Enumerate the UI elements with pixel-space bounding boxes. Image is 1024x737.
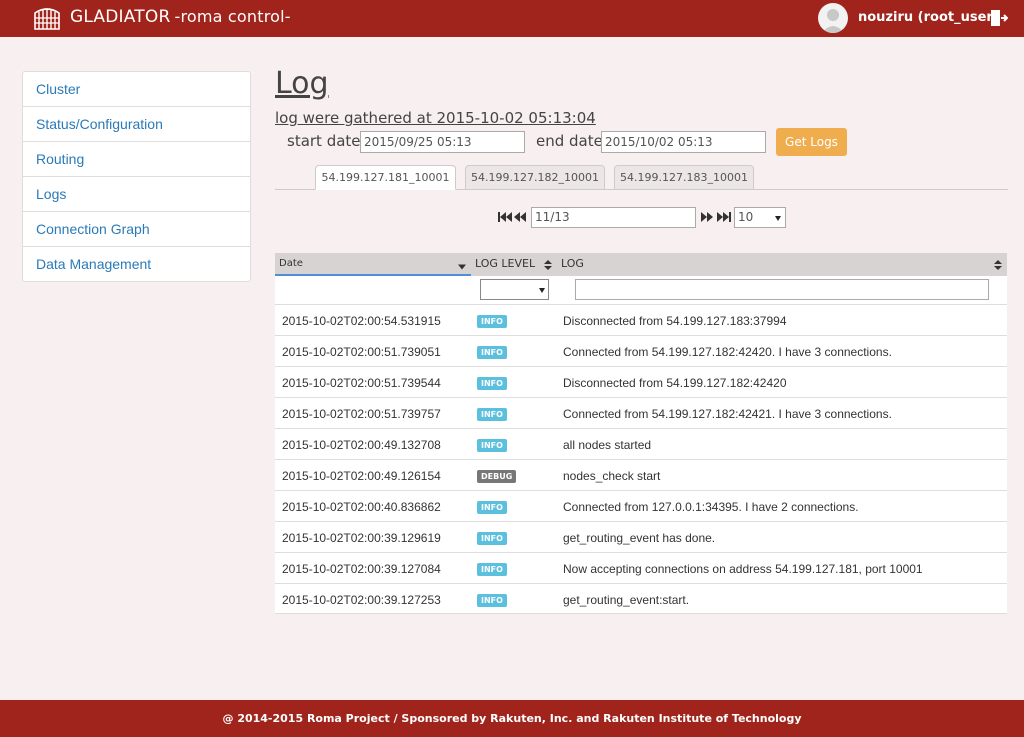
end-date-label: end date: xyxy=(536,132,608,150)
user-avatar-icon xyxy=(822,9,844,33)
table-row: 2015-10-02T02:00:40.836862 INFO Connecte… xyxy=(275,490,1007,521)
get-logs-button[interactable]: Get Logs xyxy=(776,128,847,156)
page-number-input[interactable]: 11/13 xyxy=(531,207,696,228)
top-header: GLADIATOR -roma control- nouziru (root_us… xyxy=(0,0,1024,37)
tab-node-183[interactable]: 54.199.127.183_10001 xyxy=(614,165,754,190)
table-row: 2015-10-02T02:00:49.132708 INFO all node… xyxy=(275,428,1007,459)
table-row: 2015-10-02T02:00:51.739051 INFO Connecte… xyxy=(275,335,1007,366)
sidebar-item-data-management[interactable]: Data Management xyxy=(22,246,251,282)
row-date: 2015-10-02T02:00:51.739757 xyxy=(282,407,441,421)
next-page-icon[interactable] xyxy=(700,211,714,223)
row-log: all nodes started xyxy=(563,438,652,452)
log-table-header: Date LOG LEVEL LOG xyxy=(275,253,1007,276)
log-level-badge: INFO xyxy=(477,439,507,452)
chevron-down-icon xyxy=(539,288,545,293)
table-row: 2015-10-02T02:00:51.739544 INFO Disconne… xyxy=(275,366,1007,397)
sidebar-item-logs[interactable]: Logs xyxy=(22,176,251,212)
log-level-badge: INFO xyxy=(477,501,507,514)
username[interactable]: nouziru (root_user) xyxy=(858,10,999,25)
log-level-badge: INFO xyxy=(477,563,507,576)
row-log: Disconnected from 54.199.127.182:42420 xyxy=(563,376,787,390)
tab-node-182[interactable]: 54.199.127.182_10001 xyxy=(465,165,605,190)
log-level-badge: INFO xyxy=(477,315,507,328)
row-date: 2015-10-02T02:00:39.129619 xyxy=(282,531,441,545)
footer: @ 2014-2015 Roma Project / Sponsored by … xyxy=(0,700,1024,737)
row-date: 2015-10-02T02:00:39.127084 xyxy=(282,562,441,576)
column-log-label: LOG xyxy=(561,257,584,270)
brand[interactable]: GLADIATOR -roma control- xyxy=(70,7,291,27)
log-level-badge: INFO xyxy=(477,532,507,545)
last-page-icon[interactable] xyxy=(716,211,732,223)
log-level-badge: INFO xyxy=(477,377,507,390)
colosseum-logo-icon xyxy=(34,8,60,30)
log-table-body: 2015-10-02T02:00:54.531915 INFO Disconne… xyxy=(275,304,1007,614)
row-log: Disconnected from 54.199.127.183:37994 xyxy=(563,314,787,328)
start-date-label: start date: xyxy=(287,132,366,150)
sidebar-item-cluster[interactable]: Cluster xyxy=(22,71,251,107)
end-date-input[interactable]: 2015/10/02 05:13 xyxy=(601,131,766,153)
log-level-badge: DEBUG xyxy=(477,470,517,483)
log-text-filter-input[interactable] xyxy=(575,279,989,300)
sort-desc-icon xyxy=(458,264,466,270)
column-header-date[interactable]: Date xyxy=(275,253,471,276)
row-log: Connected from 54.199.127.182:42421. I h… xyxy=(563,407,892,421)
row-log: get_routing_event:start. xyxy=(563,593,690,607)
row-date: 2015-10-02T02:00:51.739544 xyxy=(282,376,441,390)
table-row: 2015-10-02T02:00:49.126154 DEBUG nodes_c… xyxy=(275,459,1007,490)
first-page-icon[interactable] xyxy=(497,211,513,223)
filter-row xyxy=(275,276,1007,304)
row-log: get_routing_event has done. xyxy=(563,531,716,545)
gathered-timestamp: log were gathered at 2015-10-02 05:13:04 xyxy=(275,109,596,127)
table-row: 2015-10-02T02:00:54.531915 INFO Disconne… xyxy=(275,304,1007,335)
prev-page-icon[interactable] xyxy=(513,211,527,223)
sidebar-item-connection-graph[interactable]: Connection Graph xyxy=(22,211,251,247)
table-row: 2015-10-02T02:00:51.739757 INFO Connecte… xyxy=(275,397,1007,428)
chevron-down-icon xyxy=(775,216,781,221)
column-level-label: LOG LEVEL xyxy=(475,257,536,270)
log-level-badge: INFO xyxy=(477,408,507,421)
row-date: 2015-10-02T02:00:54.531915 xyxy=(282,314,441,328)
table-row: 2015-10-02T02:00:39.127084 INFO Now acce… xyxy=(275,552,1007,583)
brand-name: GLADIATOR xyxy=(70,7,171,27)
row-log: nodes_check start xyxy=(563,469,661,483)
sidebar-nav: Cluster Status/Configuration Routing Log… xyxy=(22,71,251,282)
page-size-select[interactable]: 10 xyxy=(734,207,786,228)
column-date-label: Date xyxy=(279,258,303,269)
row-date: 2015-10-02T02:00:39.127253 xyxy=(282,593,441,607)
row-date: 2015-10-02T02:00:40.836862 xyxy=(282,500,441,514)
row-date: 2015-10-02T02:00:49.132708 xyxy=(282,438,441,452)
row-date: 2015-10-02T02:00:51.739051 xyxy=(282,345,441,359)
brand-subtitle: -roma control- xyxy=(174,7,291,26)
row-log: Connected from 54.199.127.182:42420. I h… xyxy=(563,345,892,359)
tab-node-181[interactable]: 54.199.127.181_10001 xyxy=(315,165,456,190)
log-level-badge: INFO xyxy=(477,346,507,359)
sort-icon xyxy=(994,260,1002,270)
sort-icon xyxy=(544,260,552,270)
column-header-log-level[interactable]: LOG LEVEL xyxy=(471,253,557,276)
log-level-badge: INFO xyxy=(477,594,507,607)
sidebar-item-status-configuration[interactable]: Status/Configuration xyxy=(22,106,251,142)
avatar[interactable] xyxy=(818,3,848,33)
row-date: 2015-10-02T02:00:49.126154 xyxy=(282,469,441,483)
table-row: 2015-10-02T02:00:39.129619 INFO get_rout… xyxy=(275,521,1007,552)
column-header-log[interactable]: LOG xyxy=(557,253,1007,276)
log-level-filter-select[interactable] xyxy=(480,279,549,300)
page-title: Log xyxy=(275,66,329,101)
row-log: Now accepting connections on address 54.… xyxy=(563,562,923,576)
logout-icon[interactable] xyxy=(990,9,1008,27)
row-log: Connected from 127.0.0.1:34395. I have 2… xyxy=(563,500,859,514)
sidebar-item-routing[interactable]: Routing xyxy=(22,141,251,177)
table-row: 2015-10-02T02:00:39.127253 INFO get_rout… xyxy=(275,583,1007,614)
page-size-value: 10 xyxy=(738,210,754,224)
start-date-input[interactable]: 2015/09/25 05:13 xyxy=(360,131,525,153)
